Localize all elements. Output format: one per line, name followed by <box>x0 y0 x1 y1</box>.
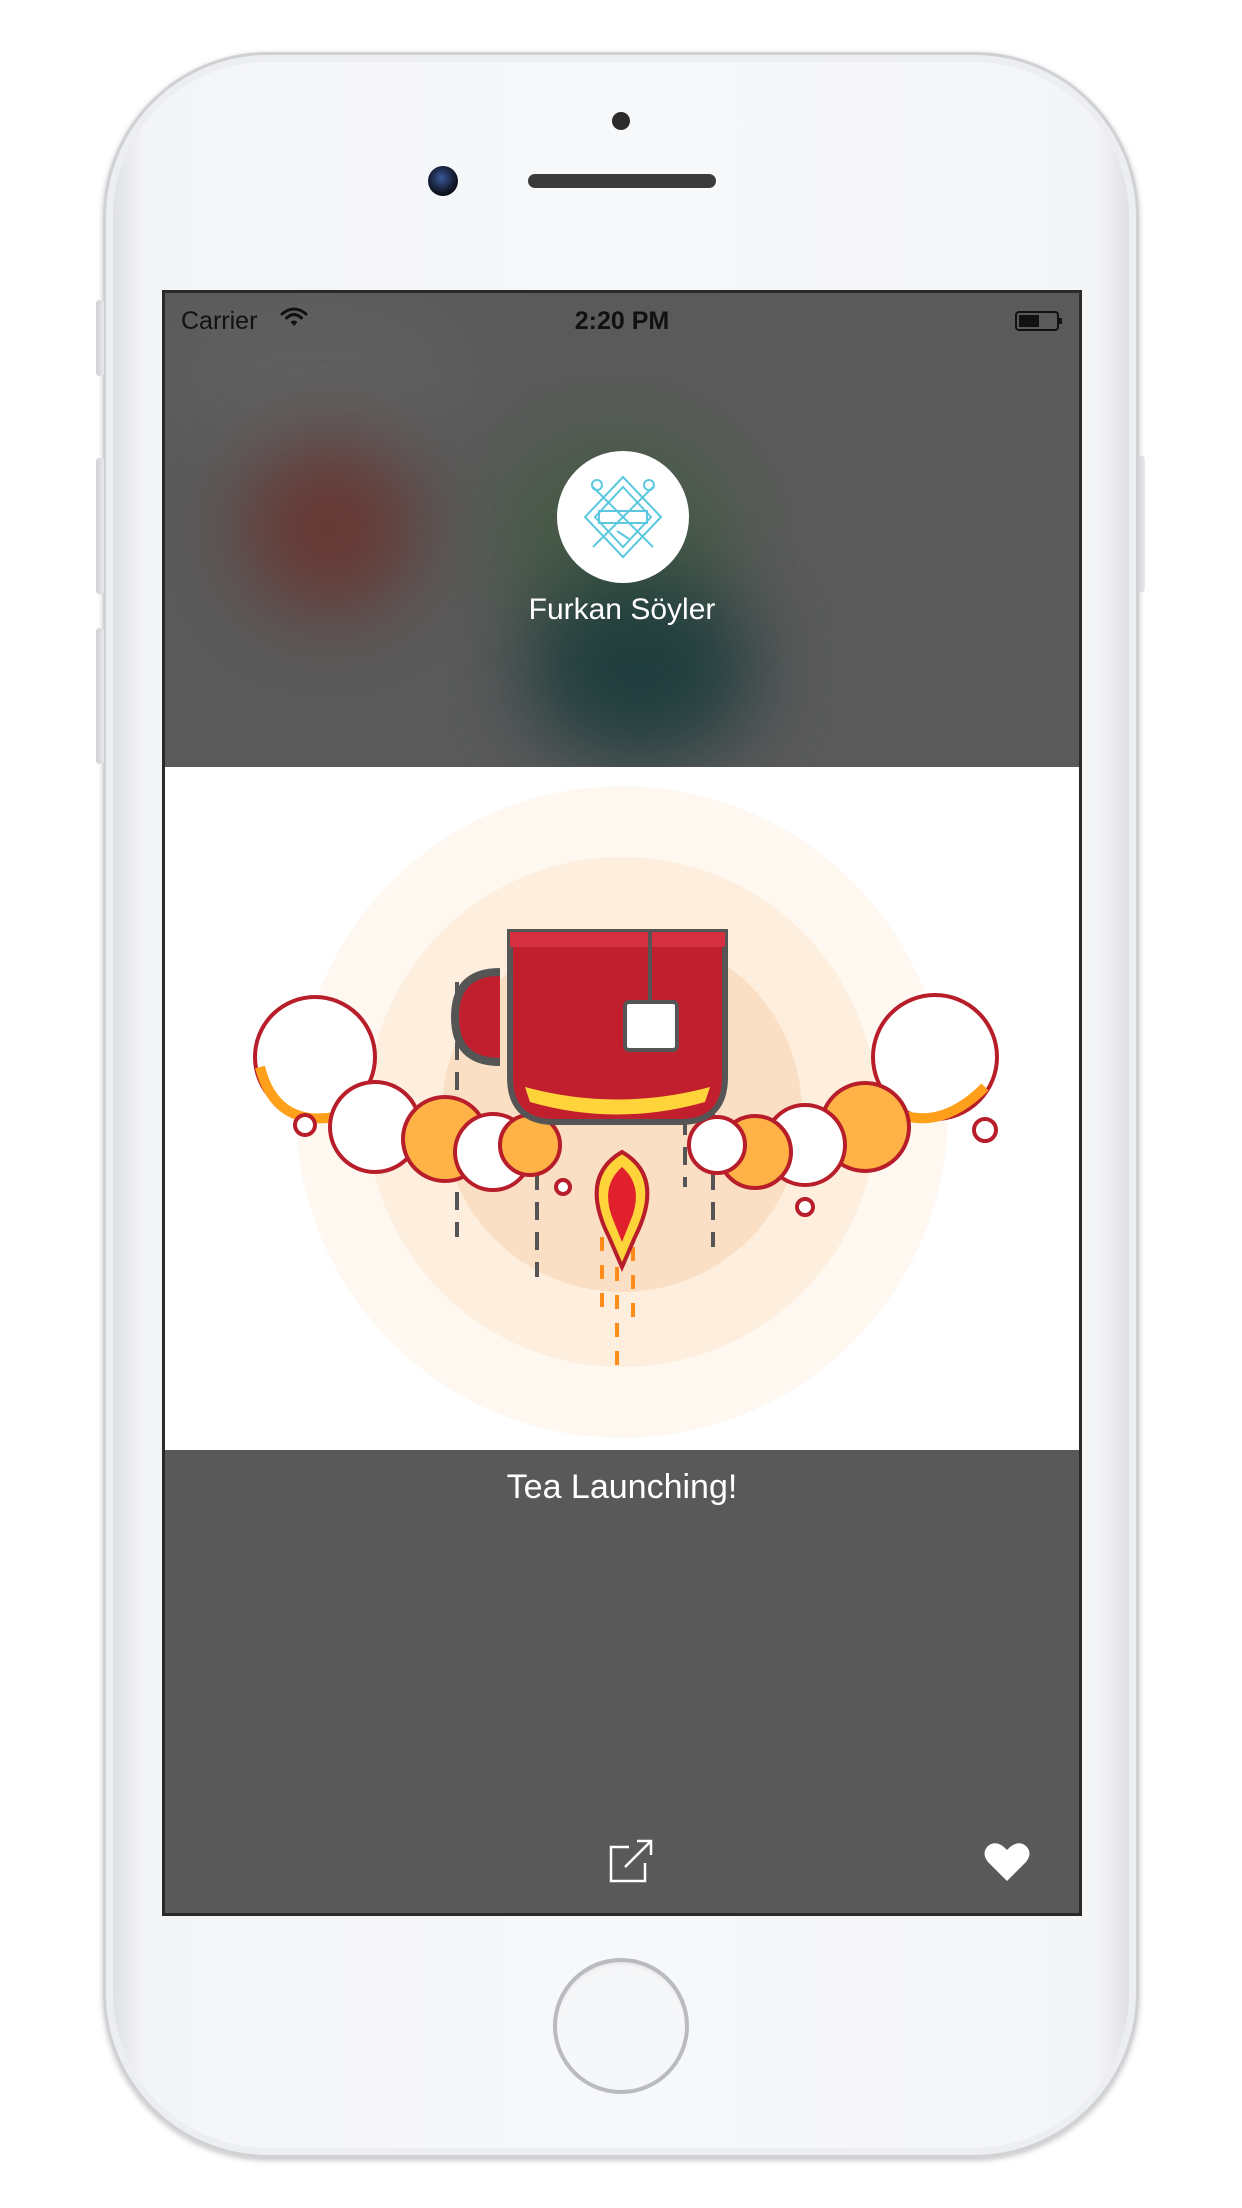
front-camera <box>428 166 458 196</box>
mute-switch <box>96 300 104 376</box>
status-time: 2:20 PM <box>574 307 670 335</box>
proximity-sensor <box>612 112 630 130</box>
profile-avatar[interactable] <box>557 451 689 583</box>
status-bar: Carrier 2:20 PM <box>165 293 1079 343</box>
post-image[interactable] <box>165 767 1079 1450</box>
profile-name[interactable]: Furkan Söyler <box>165 593 1079 627</box>
battery-icon <box>1015 311 1062 331</box>
app-screen: Carrier 2:20 PM Furkan Söyler Tea Launch… <box>162 290 1082 1916</box>
home-button[interactable] <box>553 1958 689 2094</box>
post-caption: Tea Launching! <box>506 1468 738 1506</box>
avatar-logo-icon <box>583 475 663 559</box>
power-button <box>1137 456 1145 592</box>
heart-icon[interactable] <box>983 1841 1031 1883</box>
share-icon[interactable] <box>607 1837 655 1885</box>
volume-up-button <box>96 458 104 594</box>
earpiece-speaker <box>528 174 716 188</box>
volume-down-button <box>96 628 104 764</box>
tea-rocket-illustration <box>253 786 999 1438</box>
